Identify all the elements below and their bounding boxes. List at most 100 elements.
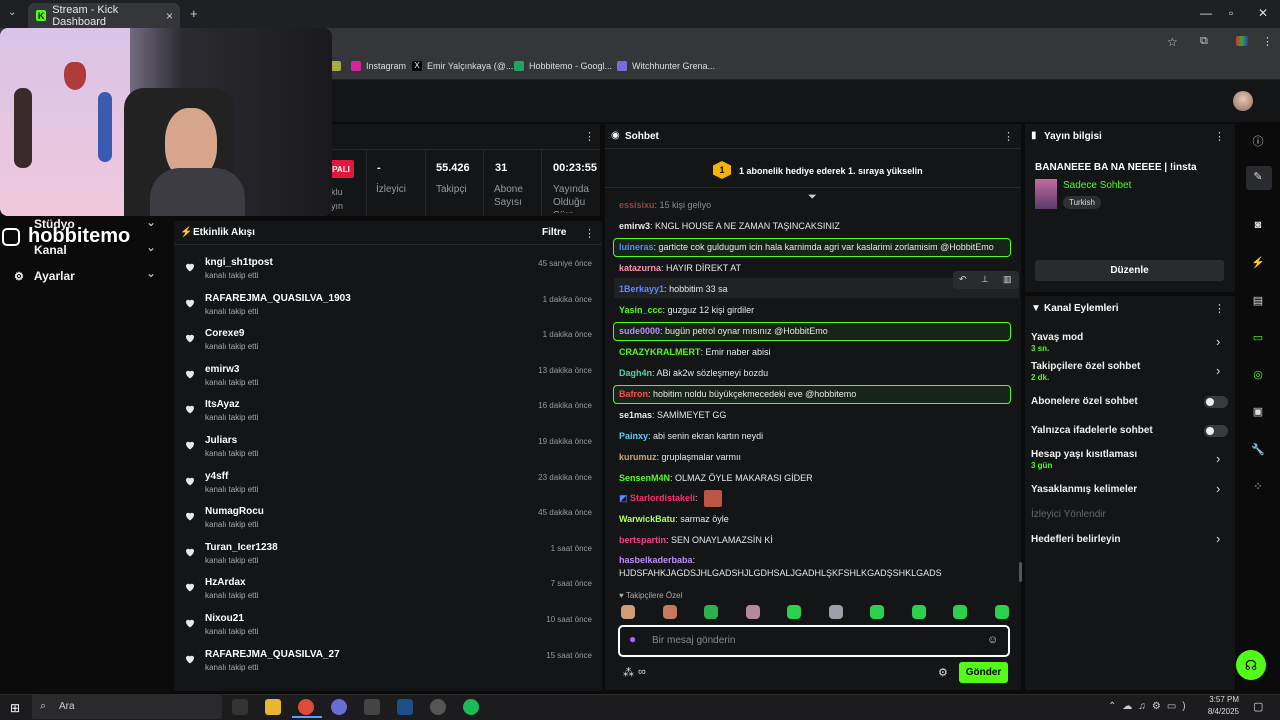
bookmark-witchhunter[interactable]: Witchhunter Grena...	[617, 61, 715, 71]
bookmark-x[interactable]: X Emir Yalçınkaya (@...	[412, 61, 513, 71]
chat-settings-gear-icon[interactable]: ⚙	[938, 666, 948, 679]
chat-message[interactable]: essisixu: 15 kişi geliyo	[619, 200, 1009, 210]
broadcast-icon[interactable]: ◎	[1250, 368, 1266, 384]
tab-list-icon[interactable]: ⌄	[8, 7, 16, 18]
pencil-icon[interactable]: ✎	[1250, 170, 1266, 186]
lightning-icon[interactable]: ⚡	[1250, 256, 1266, 272]
chat-username[interactable]: sude0000	[619, 326, 660, 336]
spotify-icon[interactable]	[463, 699, 479, 715]
emote-icon[interactable]	[994, 605, 1009, 619]
activity-item[interactable]: emirw3 kanalı takip etti 13 dakika önce	[182, 364, 602, 399]
chat-message[interactable]: WarwickBatu: sarmaz öyle	[619, 514, 1009, 524]
obs-icon[interactable]	[430, 699, 446, 715]
minimize-icon[interactable]: —	[1200, 6, 1212, 20]
chat-username[interactable]: bertspartin	[619, 535, 666, 545]
apps-icon[interactable]: ⁘	[1250, 480, 1266, 496]
edit-button[interactable]: Düzenle	[1035, 260, 1224, 281]
sidebar-item-channel[interactable]: Kanal	[34, 243, 67, 257]
chat-message[interactable]: bertspartin: SEN ONAYLAMAZSİN Kİ	[619, 535, 1009, 545]
chat-username[interactable]: kurumuz	[619, 452, 657, 462]
menu-icon[interactable]: ⋮	[1262, 35, 1273, 48]
chat-message[interactable]: 1Berkayy1: hobbitim 33 sa	[619, 284, 1009, 294]
set-goals-label[interactable]: Hedefleri belirleyin	[1031, 534, 1120, 545]
chat-username[interactable]: Starlordistakeli	[630, 493, 695, 503]
chat-icon[interactable]: ▭	[1250, 331, 1266, 347]
infinity-icon[interactable]: ∞	[638, 666, 646, 678]
restore-icon[interactable]: ▫	[1229, 6, 1233, 20]
category-name[interactable]: Sadece Sohbet	[1063, 180, 1131, 191]
emote-icon[interactable]	[745, 605, 760, 619]
chat-scrollbar[interactable]	[1019, 562, 1022, 582]
emote-icon[interactable]	[828, 605, 843, 619]
emote-icon[interactable]	[870, 605, 884, 619]
bookmark-item[interactable]	[331, 61, 346, 71]
chat-message[interactable]: Yasin_ccc: guzguz 12 kişi girdiler	[619, 305, 1009, 315]
send-button[interactable]: Gönder	[959, 662, 1008, 683]
app-icon[interactable]	[364, 699, 380, 715]
chat-username[interactable]: luineras	[619, 242, 654, 252]
bookmark-star-icon[interactable]: ☆	[1167, 35, 1178, 49]
chat-message[interactable]: kurumuz: gruplaşmalar varmıı	[619, 452, 1009, 462]
chat-username[interactable]: 1Berkayy1	[619, 284, 664, 294]
close-window-icon[interactable]: ✕	[1258, 6, 1268, 20]
chat-message[interactable]: Painxy: abi senin ekran kartın neydi	[619, 431, 1009, 441]
chat-message[interactable]: se1mas: SAMİMEYET GG	[619, 410, 1009, 420]
extensions-icon[interactable]: ⧉	[1200, 35, 1208, 48]
stats-menu-icon[interactable]: ⋮	[584, 130, 595, 143]
chat-message[interactable]: emirw3: KNGL HOUSE A NE ZAMAN TAŞINCAKSI…	[619, 221, 1009, 231]
chat-message[interactable]: luineras: garticte cok guldugum icin hal…	[619, 242, 1009, 252]
chat-username[interactable]: WarwickBatu	[619, 514, 675, 524]
emote-icon[interactable]	[662, 605, 677, 619]
chevron-down-icon[interactable]: ⌄	[146, 240, 156, 254]
sidebar-item-settings[interactable]: ⚙ Ayarlar	[14, 269, 75, 283]
activity-item[interactable]: RAFAREJMA_QUASILVA_1903 kanalı takip etti…	[182, 293, 602, 328]
chat-username[interactable]: Yasin_ccc	[619, 305, 663, 315]
chat-message[interactable]: Dagh4n: ABi ak2w sözleşmeyi bozdu	[619, 368, 1009, 378]
chat-message[interactable]: Bafron: hobitim noldu büyükçekmecedeki e…	[619, 389, 1009, 399]
chat-message[interactable]: katazurna: HAYIR DİREKT AT	[619, 263, 1009, 273]
close-tab-icon[interactable]: ×	[166, 9, 173, 23]
emote-icon[interactable]	[911, 605, 926, 619]
activity-item[interactable]: ItsAyaz kanalı takip etti 16 dakika önce	[182, 399, 602, 434]
chat-username[interactable]: Bafron	[619, 389, 648, 399]
chat-username[interactable]: SensenM4N	[619, 473, 670, 483]
activity-item[interactable]: RAFAREJMA_QUASILVA_27 kanalı takip etti 15…	[182, 649, 602, 684]
emoji-icon[interactable]: ☺	[987, 634, 998, 646]
layout-icon[interactable]: ▣	[1250, 405, 1266, 421]
document-icon[interactable]: ▤	[1250, 294, 1266, 310]
chat-username[interactable]: essisixu	[619, 200, 655, 210]
file-explorer-icon[interactable]	[265, 699, 281, 715]
followers-only-chat-label[interactable]: Takipçilere özel sohbet	[1031, 361, 1140, 372]
new-tab-icon[interactable]: +	[190, 6, 198, 21]
chevron-right-icon[interactable]: ›	[1216, 481, 1220, 496]
emote-icon[interactable]	[704, 605, 718, 619]
avatar[interactable]	[1233, 91, 1253, 111]
mic-icon[interactable]: ●	[629, 632, 636, 646]
channel-actions-menu-icon[interactable]: ⋮	[1214, 302, 1225, 315]
app-icon[interactable]	[331, 699, 347, 715]
system-tray-icons[interactable]: ⌃☁♫⚙▭)	[1108, 701, 1192, 712]
chat-username[interactable]: Painxy	[619, 431, 648, 441]
filter-button[interactable]: Filtre	[542, 227, 566, 238]
chat-username[interactable]: se1mas	[619, 410, 652, 420]
activity-item[interactable]: kngi_sh1tpost kanalı takip etti 45 saniye …	[182, 257, 602, 292]
banned-words-label[interactable]: Yasaklanmış kelimeler	[1031, 484, 1137, 495]
activity-item[interactable]: NumagRocu kanalı takip etti 45 dakika önce	[182, 506, 602, 541]
support-button[interactable]: ☊	[1236, 650, 1266, 680]
profile-icon[interactable]	[1236, 36, 1248, 46]
emote-icon[interactable]	[787, 605, 801, 619]
chat-username[interactable]: emirw3	[619, 221, 650, 231]
emote-icon[interactable]	[621, 605, 635, 619]
emote-icon[interactable]	[953, 605, 967, 619]
chevron-right-icon[interactable]: ›	[1216, 334, 1220, 349]
task-view-icon[interactable]	[232, 699, 248, 715]
chrome-icon[interactable]	[298, 699, 314, 715]
chat-username[interactable]: hasbelkaderbaba	[619, 555, 693, 565]
chat-extras-icon[interactable]: ⁂	[623, 666, 634, 679]
chevron-down-icon[interactable]: ⌄	[146, 215, 156, 229]
subscribers-only-toggle[interactable]	[1204, 396, 1228, 408]
chat-message[interactable]: hasbelkaderbaba:	[619, 555, 1009, 565]
chat-message[interactable]: sude0000: bugün petrol oynar mısınız @Ho…	[619, 326, 1009, 336]
emotes-only-toggle[interactable]	[1204, 425, 1228, 437]
chevron-right-icon[interactable]: ›	[1216, 451, 1220, 466]
